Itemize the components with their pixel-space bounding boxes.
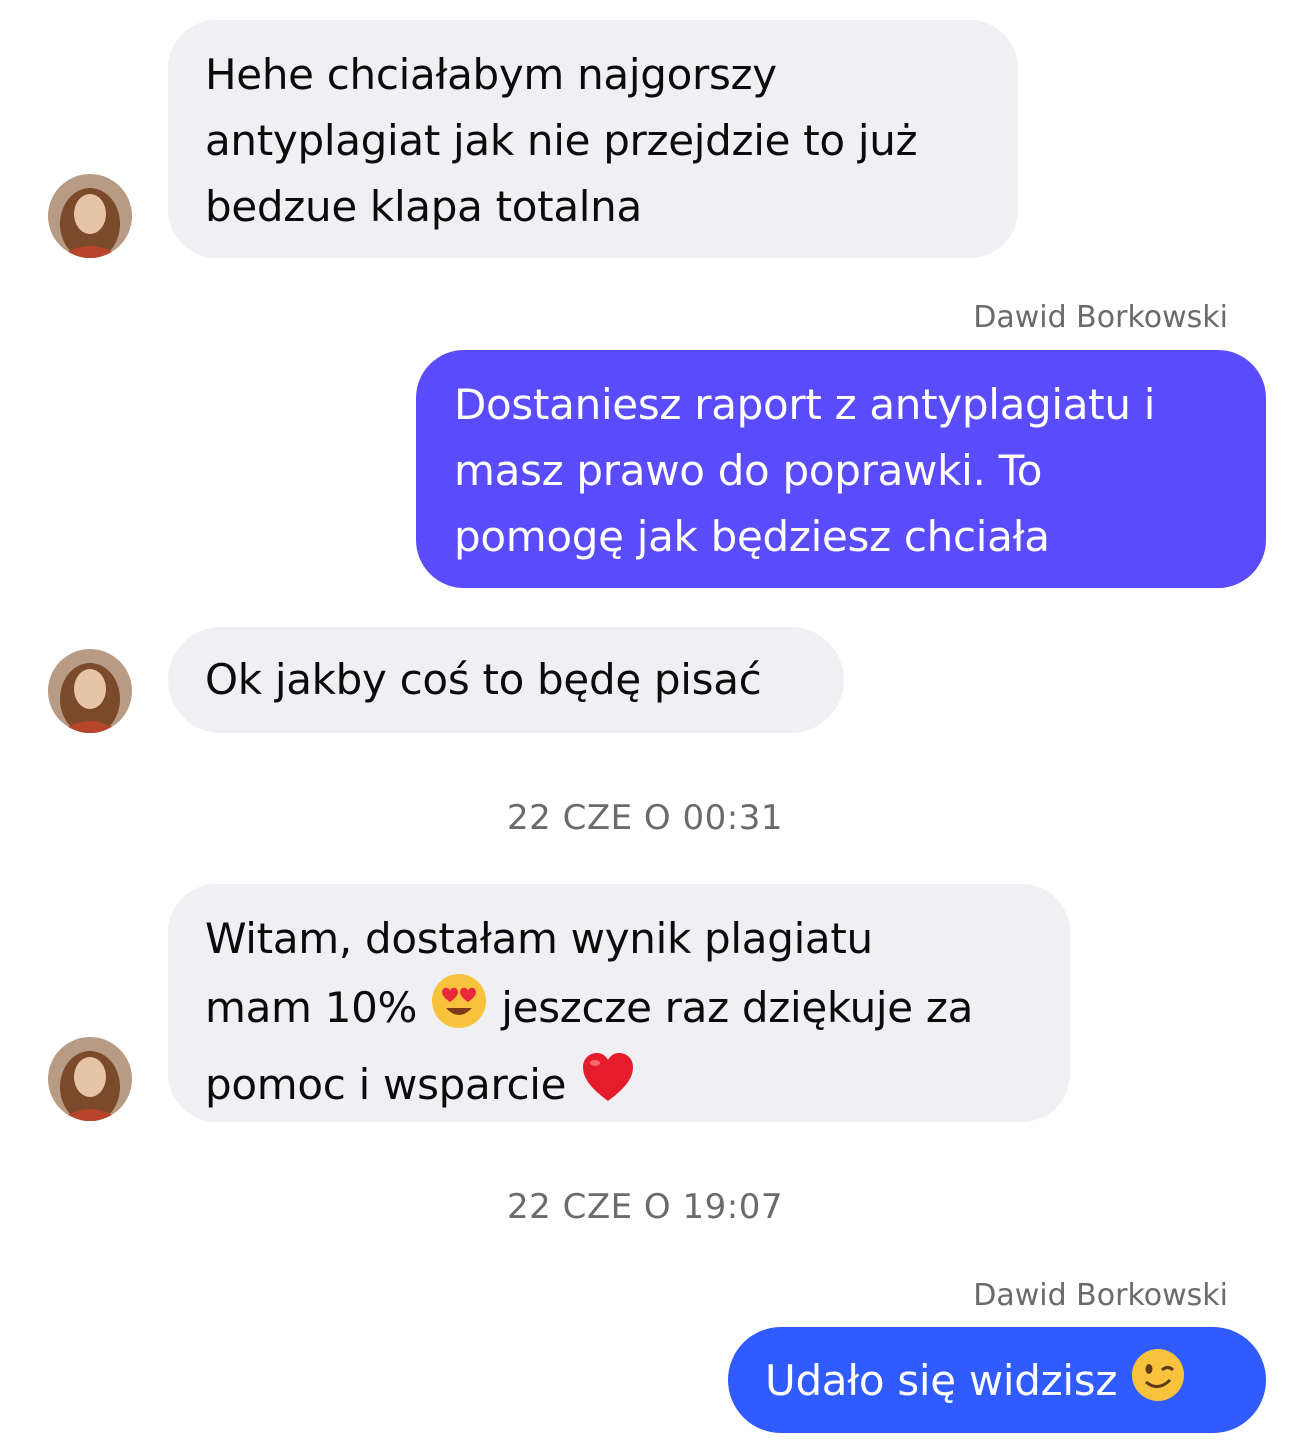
message-text: Hehe chciałabym najgorszy xyxy=(205,50,777,99)
message-text: Ok jakby coś to będę pisać xyxy=(205,655,762,704)
red-heart-emoji-icon xyxy=(579,1049,637,1126)
message-text: Witam, dostałam wynik plagiatu xyxy=(205,914,873,963)
avatar[interactable] xyxy=(48,174,132,258)
message-text: Udało się widzisz xyxy=(765,1356,1118,1405)
message-text: masz prawo do poprawki. To xyxy=(454,446,1043,495)
timestamp: 22 CZE O 19:07 xyxy=(507,1187,783,1227)
message-text: pomogę jak będziesz chciała xyxy=(454,512,1050,561)
message-text: bedzue klapa totalna xyxy=(205,182,642,231)
message-bubble[interactable]: Ok jakby coś to będę pisać xyxy=(168,627,844,733)
timestamp: 22 CZE O 00:31 xyxy=(507,798,783,838)
heart-eyes-emoji-icon xyxy=(430,972,488,1049)
message-bubble[interactable]: Witam, dostałam wynik plagiatu mam 10% j… xyxy=(168,884,1070,1122)
message-bubble[interactable]: Dostaniesz raport z antyplagiatu i masz … xyxy=(416,350,1266,588)
avatar[interactable] xyxy=(48,649,132,733)
winking-face-emoji-icon xyxy=(1130,1347,1186,1422)
avatar[interactable] xyxy=(48,1037,132,1121)
message-text: pomoc i wsparcie xyxy=(205,1060,567,1109)
message-text: antyplagiat jak nie przejdzie to już xyxy=(205,116,918,165)
message-text: jeszcze raz dziękuje za xyxy=(501,983,974,1032)
message-text: Dostaniesz raport z antyplagiatu i xyxy=(454,380,1156,429)
message-bubble[interactable]: Udało się widzisz xyxy=(728,1327,1266,1433)
message-bubble[interactable]: Hehe chciałabym najgorszy antyplagiat ja… xyxy=(168,20,1018,258)
sender-name: Dawid Borkowski xyxy=(973,300,1228,335)
message-text: mam 10% xyxy=(205,983,418,1032)
sender-name: Dawid Borkowski xyxy=(973,1278,1228,1313)
